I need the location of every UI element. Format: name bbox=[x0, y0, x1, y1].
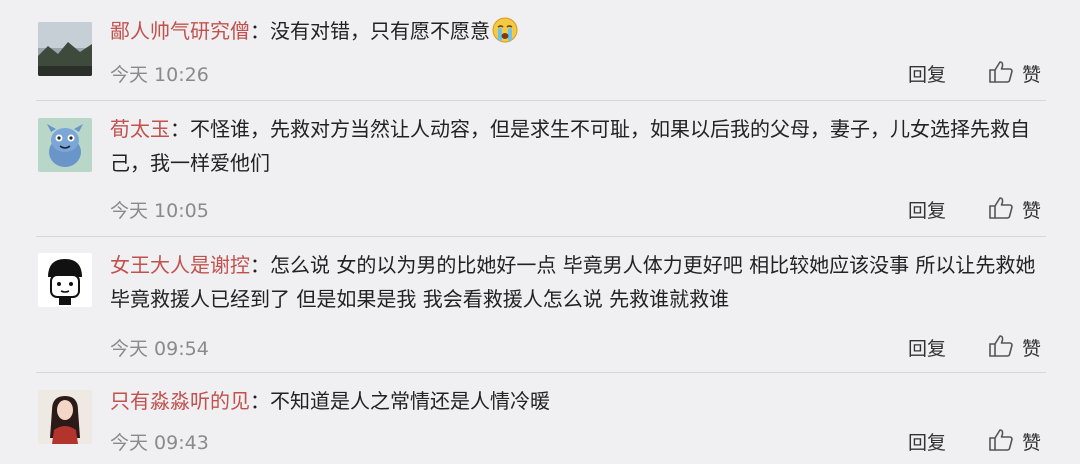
avatar[interactable] bbox=[38, 253, 92, 307]
thumbs-up-icon[interactable] bbox=[988, 334, 1014, 358]
comment-time: 今天 10:05 bbox=[110, 200, 209, 222]
separator: ： bbox=[170, 117, 190, 141]
comment-time: 今天 09:54 bbox=[110, 338, 209, 360]
username-link[interactable]: 荀太玉 bbox=[110, 117, 170, 141]
avatar[interactable] bbox=[38, 22, 92, 76]
cartoon-head-avatar-icon bbox=[38, 253, 92, 307]
like-button[interactable]: 赞 bbox=[1022, 196, 1041, 223]
like-button[interactable]: 赞 bbox=[1022, 334, 1041, 361]
crying-face-emoji-icon bbox=[492, 17, 518, 43]
thumbs-up-icon[interactable] bbox=[988, 428, 1014, 452]
avatar[interactable] bbox=[38, 118, 92, 172]
username-link[interactable]: 女王大人是谢控 bbox=[110, 253, 250, 277]
reply-button[interactable]: 回复 bbox=[908, 428, 946, 455]
comment-time: 今天 09:43 bbox=[110, 432, 209, 454]
cartoon-avatar-icon bbox=[38, 118, 92, 172]
like-button[interactable]: 赞 bbox=[1022, 60, 1041, 87]
like-button[interactable]: 赞 bbox=[1022, 428, 1041, 455]
reply-button[interactable]: 回复 bbox=[908, 60, 946, 87]
reply-button[interactable]: 回复 bbox=[908, 334, 946, 361]
thumbs-up-icon[interactable] bbox=[988, 60, 1014, 84]
username-link[interactable]: 只有淼淼听的见 bbox=[110, 389, 250, 413]
separator: ： bbox=[250, 19, 270, 43]
username-link[interactable]: 鄙人帅气研究僧 bbox=[110, 19, 250, 43]
comment-text: 女王大人是谢控：怎么说 女的以为男的比她好一点 毕竟男人体力更好吧 相比较她应该… bbox=[110, 248, 1050, 316]
separator: ： bbox=[250, 389, 270, 413]
comment-body: 不怪谁，先救对方当然让人动容，但是求生不可耻，如果以后我的父母，妻子，儿女选择先… bbox=[110, 117, 1030, 175]
divider bbox=[36, 372, 1046, 373]
avatar[interactable] bbox=[38, 390, 92, 444]
comment-body: 不知道是人之常情还是人情冷暖 bbox=[270, 389, 550, 413]
portrait-avatar-icon bbox=[38, 390, 92, 444]
comment-text: 荀太玉：不怪谁，先救对方当然让人动容，但是求生不可耻，如果以后我的父母，妻子，儿… bbox=[110, 112, 1050, 180]
divider bbox=[36, 100, 1046, 101]
landscape-avatar-icon bbox=[38, 22, 92, 76]
thumbs-up-icon[interactable] bbox=[988, 196, 1014, 220]
comment-body: 没有对错，只有愿不愿意 bbox=[270, 19, 490, 43]
comment-text: 只有淼淼听的见：不知道是人之常情还是人情冷暖 bbox=[110, 384, 1060, 418]
divider bbox=[36, 236, 1046, 237]
reply-button[interactable]: 回复 bbox=[908, 196, 946, 223]
separator: ： bbox=[250, 253, 270, 277]
comment-text: 鄙人帅气研究僧：没有对错，只有愿不愿意 bbox=[110, 14, 1060, 48]
comment-time: 今天 10:26 bbox=[110, 64, 209, 86]
